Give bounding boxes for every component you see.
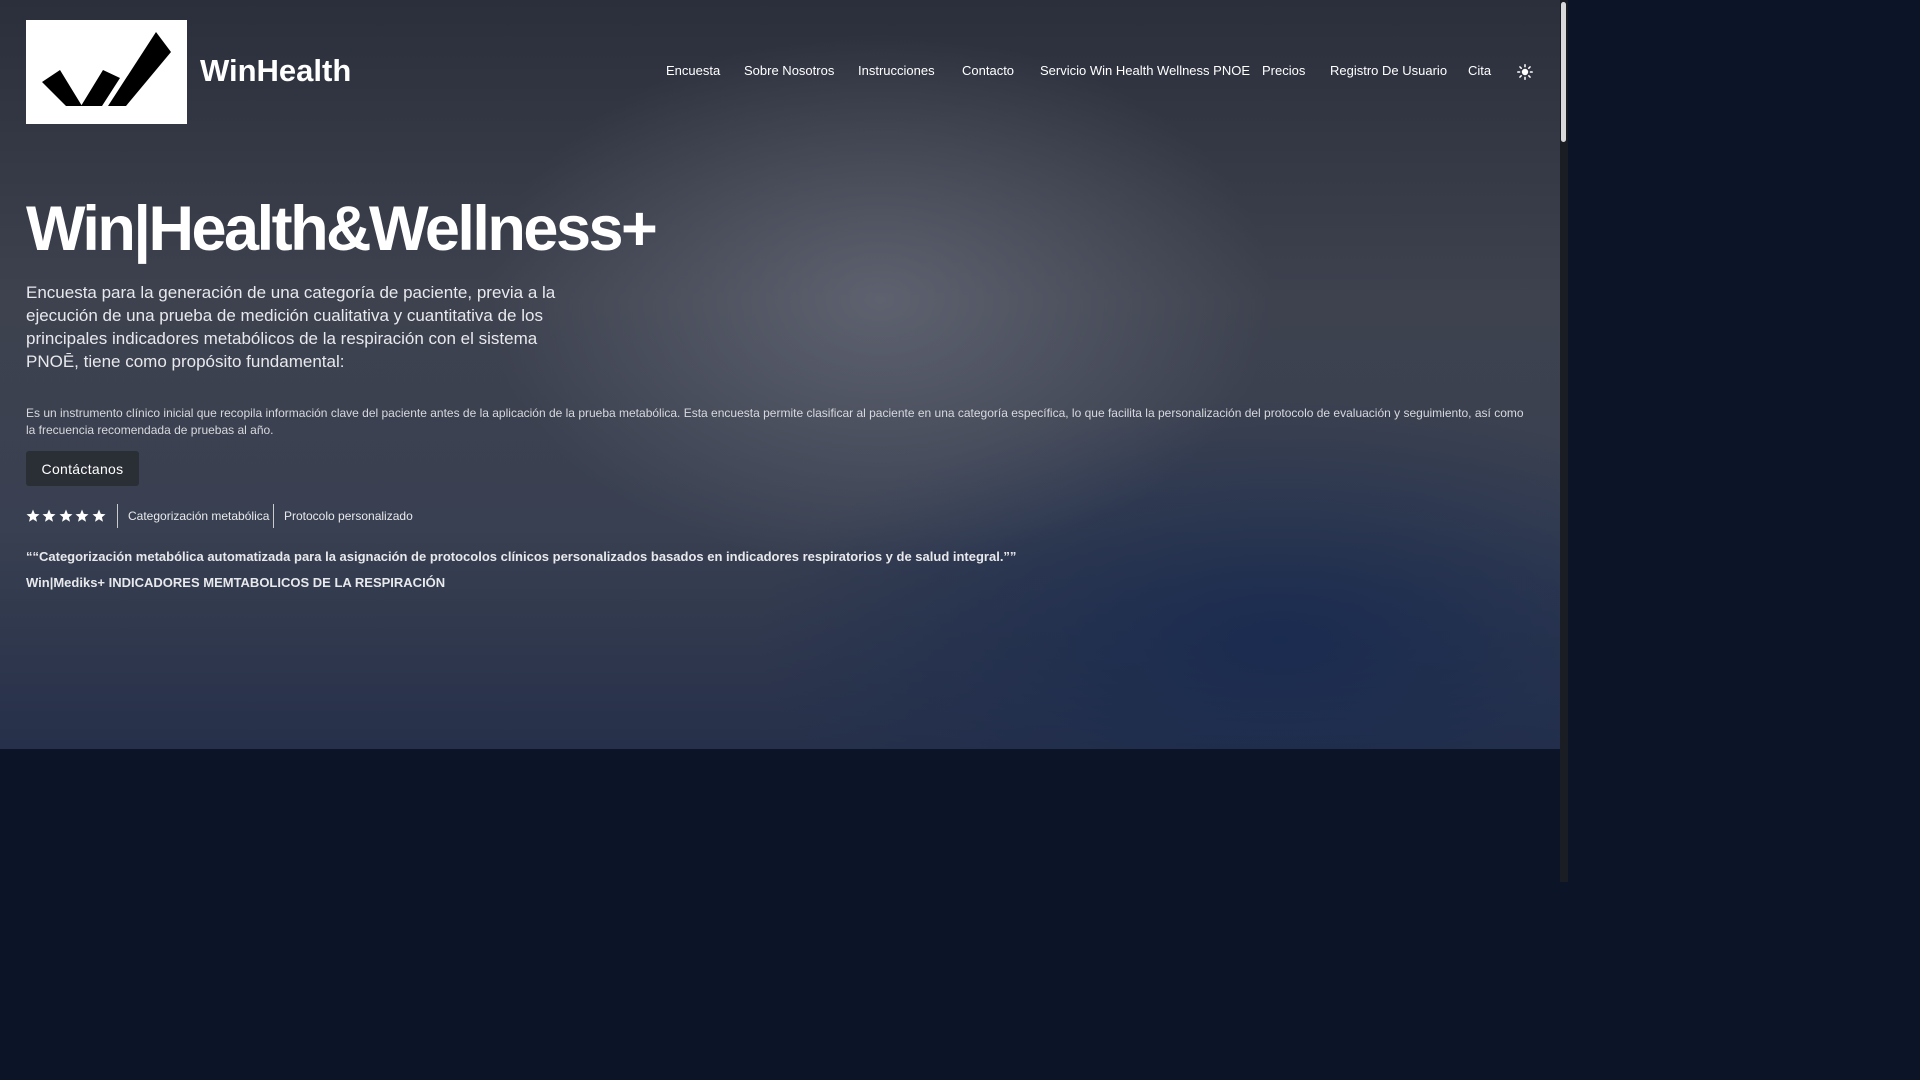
tag-divider	[117, 504, 118, 528]
hero-title: Win|Health&Wellness+	[26, 194, 658, 264]
nav-item-instrucciones[interactable]: Instrucciones	[858, 63, 935, 78]
nav-item-sobre-nosotros[interactable]: Sobre Nosotros	[744, 63, 834, 78]
nav-item-contacto[interactable]: Contacto	[962, 63, 1014, 78]
star-icon	[75, 509, 89, 522]
tag-categorizacion: Categorización metabólica	[128, 509, 270, 523]
hero-subtitle: Win|Mediks+ INDICADORES MEMTABOLICOS DE …	[26, 575, 446, 590]
site-logo[interactable]	[26, 20, 187, 124]
page-footer-area	[0, 749, 1560, 882]
hero-quote: ““Categorización metabólica automatizada…	[26, 549, 1017, 564]
scrollbar-thumb[interactable]	[1561, 2, 1566, 142]
star-icon	[59, 509, 73, 522]
star-icon	[42, 509, 56, 522]
hero-description: Es un instrumento clínico inicial que re…	[26, 406, 1524, 437]
nav-item-cita[interactable]: Cita	[1468, 63, 1491, 78]
hero-lead: Encuesta para la generación de una categ…	[26, 283, 556, 371]
hero-section	[0, 0, 1560, 749]
brand-name[interactable]: WinHealth	[200, 53, 351, 89]
sun-icon	[1517, 64, 1533, 80]
nav-item-servicio-pnoe[interactable]: Servicio Win Health Wellness PNOE	[1040, 63, 1250, 78]
tag-divider	[273, 504, 274, 528]
winhealth-logo-icon	[42, 32, 171, 106]
star-icon	[26, 509, 40, 522]
theme-toggle-button[interactable]	[1517, 64, 1533, 80]
nav-item-precios[interactable]: Precios	[1262, 63, 1305, 78]
tag-protocolo: Protocolo personalizado	[284, 509, 413, 523]
nav-item-encuesta[interactable]: Encuesta	[666, 63, 720, 78]
nav-item-registro-usuario[interactable]: Registro De Usuario	[1330, 63, 1447, 78]
contact-button[interactable]: Contáctanos	[26, 451, 139, 486]
star-icon	[92, 509, 106, 522]
